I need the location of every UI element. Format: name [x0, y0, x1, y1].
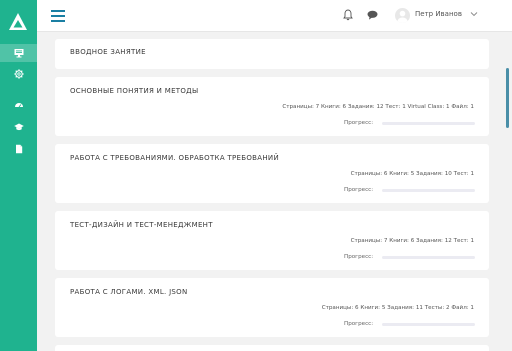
module-card[interactable]: ТЕСТ-ДИЗАЙН И ТЕСТ-МЕНЕДЖМЕНТ Страницы: … — [55, 211, 489, 270]
graduation-cap-icon — [13, 123, 24, 131]
module-title[interactable]: ТЕСТ-ДИЗАЙН И ТЕСТ-МЕНЕДЖМЕНТ — [70, 221, 213, 229]
document-icon — [15, 144, 22, 154]
progress-bar — [382, 122, 475, 125]
module-card[interactable]: ОСНОВНЫЕ ПОНЯТИЯ И МЕТОДЫ Страницы: 7 Кн… — [55, 77, 489, 136]
module-title[interactable]: ВВОДНОЕ ЗАНЯТИЕ — [70, 48, 146, 56]
menu-toggle-button[interactable] — [51, 10, 65, 22]
module-card[interactable] — [55, 345, 489, 351]
sidebar-item-settings[interactable] — [0, 65, 37, 83]
progress-bar — [382, 256, 475, 259]
logo-icon[interactable] — [8, 12, 28, 32]
hamburger-icon — [51, 10, 65, 12]
progress-label: Прогресс: — [344, 187, 374, 193]
sidebar-item-education[interactable] — [0, 118, 37, 136]
dashboard-icon — [14, 103, 23, 108]
chat-icon[interactable] — [367, 10, 378, 20]
module-card[interactable]: ВВОДНОЕ ЗАНЯТИЕ — [55, 39, 489, 69]
sidebar-item-dashboard[interactable] — [0, 96, 37, 114]
progress-label: Прогресс: — [344, 254, 374, 260]
chevron-down-icon[interactable] — [470, 10, 478, 18]
user-icon — [397, 10, 408, 23]
gear-icon — [13, 69, 24, 79]
avatar[interactable] — [395, 8, 410, 23]
user-name[interactable]: Петр Иванов — [415, 10, 462, 18]
module-card[interactable]: РАБОТА С ЛОГАМИ. XML. JSON Страницы: 6 К… — [55, 278, 489, 337]
sidebar-item-documents[interactable] — [0, 140, 37, 158]
sidebar — [0, 0, 37, 351]
scrollbar[interactable] — [506, 68, 509, 128]
module-stats: Страницы: 6 Книги: 5 Задания: 10 Тест: 1 — [350, 171, 474, 177]
module-title[interactable]: РАБОТА С ЛОГАМИ. XML. JSON — [70, 288, 188, 296]
progress-label: Прогресс: — [344, 321, 374, 327]
progress-label: Прогресс: — [344, 120, 374, 126]
module-stats: Страницы: 7 Книги: 6 Задания: 12 Тест: 1 — [350, 238, 474, 244]
sidebar-item-courses[interactable] — [0, 44, 37, 62]
bell-icon[interactable] — [343, 9, 353, 21]
module-card[interactable]: РАБОТА С ТРЕБОВАНИЯМИ. ОБРАБОТКА ТРЕБОВА… — [55, 144, 489, 203]
monitor-icon — [14, 49, 23, 58]
top-bar: Петр Иванов — [37, 0, 512, 32]
module-title[interactable]: РАБОТА С ТРЕБОВАНИЯМИ. ОБРАБОТКА ТРЕБОВА… — [70, 154, 279, 162]
module-stats: Страницы: 6 Книги: 5 Задания: 11 Тесты: … — [321, 305, 474, 311]
progress-bar — [382, 189, 475, 192]
module-stats: Страницы: 7 Книги: 6 Задания: 12 Тест: 1… — [282, 104, 474, 110]
module-title[interactable]: ОСНОВНЫЕ ПОНЯТИЯ И МЕТОДЫ — [70, 87, 198, 95]
progress-bar — [382, 323, 475, 326]
